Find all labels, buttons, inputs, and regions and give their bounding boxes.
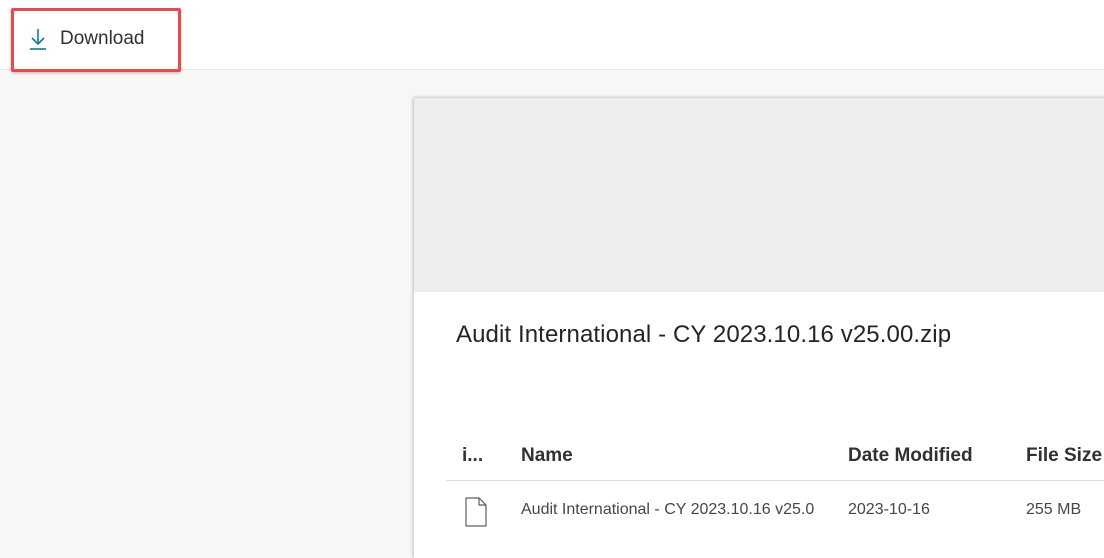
column-header-icon[interactable]: i... <box>462 432 502 480</box>
file-icon <box>464 497 488 527</box>
column-header-date-modified[interactable]: Date Modified <box>848 432 1018 480</box>
table-header: i... Name Date Modified File Size <box>446 432 1104 481</box>
download-highlight-box <box>11 8 181 72</box>
file-preview-panel: Audit International - CY 2023.10.16 v25.… <box>414 98 1104 558</box>
row-file-size: 255 MB <box>1026 501 1082 518</box>
row-date-modified: 2023-10-16 <box>848 501 930 518</box>
column-header-name[interactable]: Name <box>521 432 835 480</box>
row-file-name[interactable]: Audit International - CY 2023.10.16 v25.… <box>521 481 835 539</box>
file-title: Audit International - CY 2023.10.16 v25.… <box>456 321 952 348</box>
column-header-file-size[interactable]: File Size <box>1026 432 1104 480</box>
file-contents-table: i... Name Date Modified File Size Audit … <box>446 432 1104 529</box>
table-row[interactable]: Audit International - CY 2023.10.16 v25.… <box>446 481 1104 529</box>
preview-area <box>414 98 1104 292</box>
